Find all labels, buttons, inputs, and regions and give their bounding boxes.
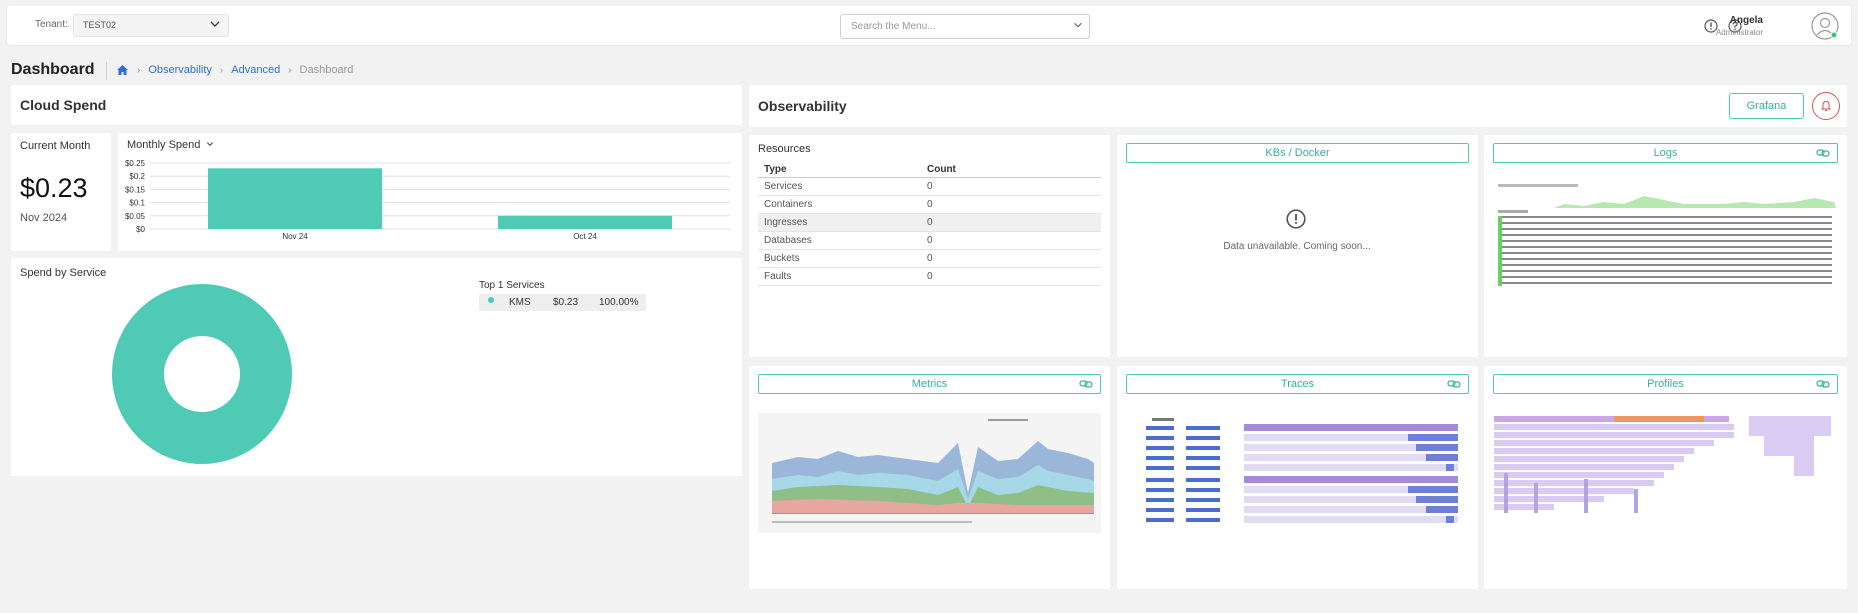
resource-count: 0 xyxy=(921,195,1101,214)
spend-by-service-card: Spend by Service Top 1 Services KMS $0.2… xyxy=(11,258,742,476)
current-month-value: $0.23 xyxy=(20,173,88,203)
top-bar: Tenant: TEST02 Search the Menu... Angela… xyxy=(7,6,1851,45)
resource-count: 0 xyxy=(921,213,1101,232)
table-header-row: Type Count xyxy=(758,162,1101,178)
legend-swatch xyxy=(488,297,494,303)
pie-slice[interactable] xyxy=(111,284,292,464)
external-link-icon xyxy=(1816,380,1830,388)
logs-label: Logs xyxy=(1653,147,1678,159)
metrics-label: Metrics xyxy=(911,378,948,390)
resource-type: Faults xyxy=(758,267,921,286)
bar[interactable] xyxy=(498,215,672,229)
menu-search-input[interactable]: Search the Menu... xyxy=(840,14,1090,39)
kbs-docker-label: KBs / Docker xyxy=(1265,147,1330,159)
breadcrumb-separator: › xyxy=(288,64,292,76)
unavailable-message: Data unavailable. Coming soon... xyxy=(1223,241,1371,252)
table-row: Databases 0 xyxy=(758,231,1101,250)
monthly-spend-card: Monthly Spend $0 $0.05 $0.1 $0.15 $0.2 $0.25 N… xyxy=(118,133,742,251)
resource-count: 0 xyxy=(921,267,1101,286)
title-divider xyxy=(106,62,107,80)
bell-icon xyxy=(1820,100,1832,112)
y-tick-label: $0.05 xyxy=(125,212,146,221)
logs-button[interactable]: Logs xyxy=(1493,143,1838,163)
logs-preview-thumbnail xyxy=(1494,182,1836,300)
current-month-label: Current Month xyxy=(20,140,91,152)
profiles-preview-thumbnail xyxy=(1494,413,1836,523)
resource-count: 0 xyxy=(921,249,1101,268)
resources-card: Resources Type Count Services 0 Container… xyxy=(749,135,1110,357)
y-tick-label: $0.15 xyxy=(125,185,146,194)
y-tick-label: $0.25 xyxy=(125,159,146,168)
tenant-value: TEST02 xyxy=(83,20,117,30)
tenant-select[interactable]: TEST02 xyxy=(73,14,229,37)
external-link-icon xyxy=(1816,149,1830,157)
alert-circle-icon xyxy=(1286,209,1306,229)
metrics-preview-thumbnail xyxy=(758,413,1101,533)
external-link-icon xyxy=(1079,380,1093,388)
table-row: Ingresses 0 xyxy=(758,213,1101,232)
spend-by-service-chart xyxy=(111,284,292,464)
bar[interactable] xyxy=(208,168,382,229)
traces-label: Traces xyxy=(1280,378,1315,390)
resource-count: 0 xyxy=(921,231,1101,250)
table-row: Faults 0 xyxy=(758,267,1101,286)
resource-type: Databases xyxy=(758,231,921,250)
cloud-spend-header: Cloud Spend xyxy=(11,85,742,125)
observability-title: Observability xyxy=(758,98,847,114)
resources-title: Resources xyxy=(758,143,811,155)
breadcrumb-current: Dashboard xyxy=(299,64,354,76)
resource-type: Ingresses xyxy=(758,213,921,232)
kbs-docker-button[interactable]: KBs / Docker xyxy=(1126,143,1469,163)
column-header-type: Type xyxy=(758,162,921,178)
x-tick-label: Oct 24 xyxy=(573,232,597,241)
breadcrumb-advanced[interactable]: Advanced xyxy=(231,64,280,76)
breadcrumb: › Observability › Advanced › Dashboard xyxy=(116,64,353,76)
service-amount: $0.23 xyxy=(553,297,579,308)
column-header-count: Count xyxy=(921,162,1101,178)
search-placeholder: Search the Menu... xyxy=(851,21,936,32)
service-name: KMS xyxy=(509,297,531,308)
y-tick-label: $0.1 xyxy=(129,199,145,208)
current-month-card: Current Month $0.23 Nov 2024 xyxy=(11,133,111,251)
traces-button[interactable]: Traces xyxy=(1126,374,1469,394)
breadcrumb-separator: › xyxy=(137,64,141,76)
resources-table: Type Count Services 0 Containers 0 Ingress… xyxy=(758,162,1101,286)
chevron-down-icon xyxy=(1074,22,1082,28)
x-tick-label: Nov 24 xyxy=(282,232,308,241)
table-row: Buckets 0 xyxy=(758,249,1101,268)
current-month-date: Nov 2024 xyxy=(20,212,68,224)
resource-type: Services xyxy=(758,177,921,196)
y-tick-label: $0.2 xyxy=(129,172,145,181)
resource-type: Containers xyxy=(758,195,921,214)
service-percent: 100.00% xyxy=(599,297,639,308)
user-role: Administrator xyxy=(1715,28,1763,37)
spend-by-service-label: Spend by Service xyxy=(20,267,107,279)
profiles-label: Profiles xyxy=(1647,378,1684,390)
page-title: Dashboard xyxy=(11,61,95,78)
table-row: Services 0 xyxy=(758,177,1101,196)
grafana-button[interactable]: Grafana xyxy=(1729,93,1804,119)
top-service-row: KMS $0.23 100.00% xyxy=(479,294,646,311)
y-tick-label: $0 xyxy=(136,225,145,234)
external-link-icon xyxy=(1447,380,1461,388)
traces-preview-thumbnail xyxy=(1126,414,1469,526)
home-icon[interactable] xyxy=(116,64,129,76)
alerts-button[interactable] xyxy=(1812,92,1840,120)
table-row: Containers 0 xyxy=(758,195,1101,214)
chevron-down-icon xyxy=(210,21,220,27)
tenant-label: Tenant: xyxy=(35,19,68,30)
breadcrumb-observability[interactable]: Observability xyxy=(148,64,212,76)
user-name: Angela xyxy=(1729,15,1763,26)
top-services-label: Top 1 Services xyxy=(479,280,545,291)
monthly-spend-chart: $0 $0.05 $0.1 $0.15 $0.2 $0.25 Nov 24 Oct 24 xyxy=(125,159,730,241)
resource-count: 0 xyxy=(921,177,1101,196)
breadcrumb-separator: › xyxy=(219,64,224,76)
cloud-spend-title: Cloud Spend xyxy=(20,97,107,113)
observability-header: Observability xyxy=(749,85,1847,127)
profiles-button[interactable]: Profiles xyxy=(1493,374,1838,394)
metrics-button[interactable]: Metrics xyxy=(758,374,1101,394)
user-avatar-icon[interactable] xyxy=(1811,12,1839,40)
resource-type: Buckets xyxy=(758,249,921,268)
